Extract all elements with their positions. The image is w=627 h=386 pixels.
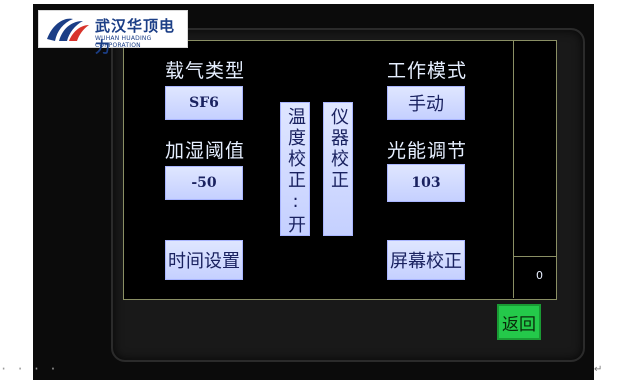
carrier-gas-button[interactable]: SF6 <box>165 86 243 120</box>
screen-calibration-button[interactable]: 屏幕校正 <box>387 240 465 280</box>
lcd-side-column <box>513 40 556 298</box>
humidify-threshold-label: 加湿阈值 <box>165 140 246 162</box>
humidify-threshold-button[interactable]: -50 <box>165 166 243 200</box>
side-value: 0 <box>536 269 543 282</box>
work-mode-button[interactable]: 手动 <box>387 86 465 120</box>
device-panel: 0 载气类型 SF6 加湿阈值 -50 时间设置 温度校正:开 仪器校正 工作模… <box>33 4 594 380</box>
back-button[interactable]: 返回 <box>497 304 541 340</box>
time-settings-button[interactable]: 时间设置 <box>165 240 243 280</box>
page: 0 载气类型 SF6 加湿阈值 -50 时间设置 温度校正:开 仪器校正 工作模… <box>0 0 627 386</box>
left-dots: · · · · <box>0 362 58 376</box>
instrument-calibration-button[interactable]: 仪器校正 <box>323 102 353 236</box>
work-mode-label: 工作模式 <box>387 60 468 82</box>
return-mark: ↵ <box>594 364 603 375</box>
light-adjust-label: 光能调节 <box>387 140 468 162</box>
company-logo: 武汉华顶电力 WUHAN HUADING CORPORATION <box>38 10 188 56</box>
lcd-side-divider <box>514 256 556 257</box>
light-adjust-button[interactable]: 103 <box>387 164 465 202</box>
company-logo-icon <box>47 18 89 41</box>
temperature-calibration-button[interactable]: 温度校正:开 <box>280 102 310 236</box>
carrier-gas-label: 载气类型 <box>165 60 246 82</box>
company-name-en: WUHAN HUADING CORPORATION <box>95 35 152 49</box>
